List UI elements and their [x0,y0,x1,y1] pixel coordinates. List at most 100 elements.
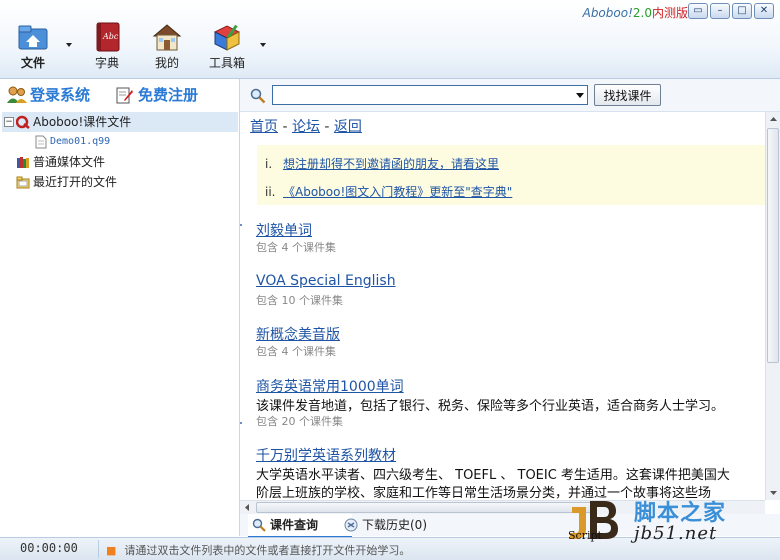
vertical-scrollbar[interactable] [765,112,780,500]
folder-home-icon [17,22,49,52]
brand-name: Aboboo! [582,6,633,20]
status-bullet-icon: ■ [106,544,117,557]
register-link[interactable]: 免费注册 [114,84,198,106]
breadcrumb: 首页 - 论坛 - 返回 [250,116,362,136]
scroll-down-icon[interactable] [766,485,780,500]
tree-item-recent-files[interactable]: 最近打开的文件 [2,172,238,192]
course-browser: 找找课件 首页 - 论坛 - 返回 i. 想注册却得不到邀请函的朋友，请看这里 i… [240,79,780,538]
tab-download-history[interactable]: 下载历史(0) [340,514,458,536]
course-item: VOA Special English 包含 10 个课件集 [256,273,396,308]
search-icon [250,88,266,104]
svg-text:Abc: Abc [102,32,119,41]
collapse-icon[interactable]: − [4,117,14,127]
course-description: 该课件发音地道，包括了银行、税务、保险等多个行业英语，适合商务人士学习。 [256,399,725,414]
tab-course-search[interactable]: 课件查询 [248,514,352,538]
search-icon [252,518,266,532]
tree-item-media-files[interactable]: 普通媒体文件 [2,152,238,172]
scroll-up-icon[interactable] [766,112,780,127]
tab-label: 课件查询 [270,518,319,532]
home-link[interactable]: 首页 [250,119,278,135]
tree-dot [240,224,242,226]
course-list-area: 首页 - 论坛 - 返回 i. 想注册却得不到邀请函的朋友，请看这里 ii. 《Ab… [240,112,765,500]
notice-number: ii. [265,185,276,199]
notice-item: i. 想注册却得不到邀请函的朋友，请看这里 [265,155,499,172]
toolbar-dictionary-button[interactable]: Abc 字典 [82,22,132,71]
restore-window-button[interactable]: ▭ [688,3,708,19]
tree-item-aboboo-courses[interactable]: − Aboboo!课件文件 [2,112,238,132]
back-link[interactable]: 返回 [334,119,362,135]
brand-tag: 内测版 [651,6,688,20]
media-files-icon [17,157,29,168]
status-message: ■ 请通过双击文件列表中的文件或者直接打开文件开始学习。 [106,542,410,558]
toolbar-file-button[interactable]: 文件 [8,22,58,71]
dictionary-book-icon: Abc [91,22,123,52]
toolbar-mine-button[interactable]: 我的 [142,22,192,71]
course-item: 商务英语常用1000单词 该课件发音地道，包括了银行、税务、保险等多个行业英语，… [256,376,724,429]
toolbar-file-label: 文件 [20,56,45,70]
house-icon [151,22,183,52]
login-link[interactable]: 登录系统 [6,84,90,106]
course-count: 包含 4 个课件集 [256,345,336,358]
course-item: 刘毅单词 包含 4 个课件集 [256,220,336,255]
toolbar-dictionary-label: 字典 [94,56,119,70]
tree-dot [240,422,242,424]
status-text: 请通过双击文件列表中的文件或者直接打开文件开始学习。 [124,544,411,557]
bottom-tab-bar: 课件查询 下载历史(0) [240,514,780,538]
aboboo-logo-icon [16,115,30,129]
toolbar-toolbox-button[interactable]: 工具箱 [202,22,252,71]
notice-box: i. 想注册却得不到邀请函的朋友，请看这里 ii. 《Aboboo!图文入门教程》更… [257,145,765,205]
status-bar: 00:00:00 ■ 请通过双击文件列表中的文件或者直接打开文件开始学习。 [0,537,780,560]
login-label: 登录系统 [30,86,91,104]
course-title-link[interactable]: 千万别学英语系列教材 [256,445,730,464]
course-description: 大学英语水平读者、四六级考生、 TOEFL 、 TOEIC 考生适用。这套课件把… [256,468,730,483]
download-history-icon [344,518,358,532]
notice-item: ii. 《Aboboo!图文入门教程》更新至"查字典" [265,183,512,200]
scroll-thumb[interactable] [767,128,779,363]
brand-version: 2.0 [632,6,652,20]
search-history-dropdown[interactable] [572,86,587,104]
toolbar-mine-label: 我的 [154,56,179,70]
minimize-button[interactable]: – [710,3,730,19]
course-title-link[interactable]: 刘毅单词 [256,220,336,239]
course-count: 包含 10 个课件集 [256,294,343,307]
tree-item-demo-file[interactable]: Demo01.q99 [2,132,238,152]
notice-number: i. [265,157,273,171]
tree-label: Demo01.q99 [50,136,111,147]
register-label: 免费注册 [138,86,199,104]
close-button[interactable]: ✕ [754,3,774,19]
document-icon [35,135,47,149]
course-item: 千万别学英语系列教材 大学英语水平读者、四六级考生、 TOEFL 、 TOEIC… [256,445,730,500]
tree-label: 普通媒体文件 [33,155,106,169]
scroll-left-icon[interactable] [240,501,254,514]
users-icon [7,86,27,103]
course-item: 新概念美音版 包含 4 个课件集 [256,324,340,359]
file-dropdown-icon[interactable] [66,43,72,47]
app-brand: Aboboo!2.0内测版 [583,4,688,21]
maximize-button[interactable]: □ [732,3,752,19]
left-panel: 登录系统 免费注册 − Aboboo!课件文件 Demo01.q99 普通媒体文… [0,79,240,536]
toolbar-toolbox-label: 工具箱 [208,56,245,70]
recent-folder-icon [16,176,30,189]
search-bar: 找找课件 [240,79,780,112]
tree-label: 最近打开的文件 [33,175,118,189]
search-input[interactable] [272,85,588,105]
course-description: 阶层上班族的学校、家庭和工作等日常生活场景分类，并通过一个故事将这些场 [256,486,712,500]
find-courses-button[interactable]: 找找课件 [594,84,661,106]
playback-time: 00:00:00 [20,541,78,555]
status-divider [98,540,99,558]
horizontal-scrollbar[interactable] [240,500,765,515]
main-toolbar: Aboboo!2.0内测版 ▭ – □ ✕ 文件 Abc 字典 我的 工具箱 [0,0,780,79]
notice-link[interactable]: 《Aboboo!图文入门教程》更新至"查字典" [283,185,512,199]
file-tree: − Aboboo!课件文件 Demo01.q99 普通媒体文件 最近打开的文件 [2,112,238,192]
notice-link[interactable]: 想注册却得不到邀请函的朋友，请看这里 [283,157,499,171]
breadcrumb-separator: - [319,119,334,135]
course-count: 包含 20 个课件集 [256,415,343,428]
course-title-link[interactable]: 新概念美音版 [256,324,340,343]
forum-link[interactable]: 论坛 [292,119,320,135]
tree-label: Aboboo!课件文件 [33,115,132,129]
course-title-link[interactable]: 商务英语常用1000单词 [256,376,724,395]
edit-form-icon [116,87,133,104]
toolbox-dropdown-icon[interactable] [260,43,266,47]
course-title-link[interactable]: VOA Special English [256,273,396,292]
scroll-thumb[interactable] [256,502,596,513]
